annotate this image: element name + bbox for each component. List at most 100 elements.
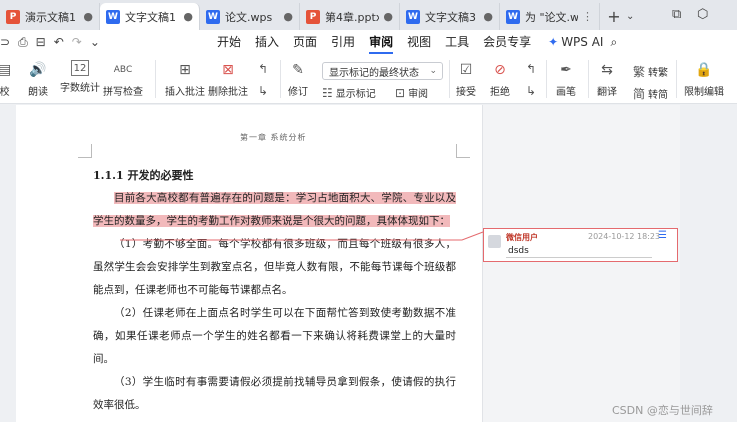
accept-button[interactable]: ☑ 接受 <box>456 60 476 98</box>
tab-dot-icon[interactable]: ● <box>183 10 193 23</box>
tab-label: 第4章.pptx <box>325 10 380 24</box>
word-count-icon: 12 <box>70 60 90 76</box>
revise-label: 修订 <box>288 87 308 98</box>
translate-icon: ⇆ <box>601 62 613 78</box>
read-aloud-button[interactable]: 🔊 朗读 <box>28 60 48 98</box>
tab-list-chevron-icon[interactable]: ⌄ <box>626 3 634 30</box>
wps-ai-label: WPS AI <box>561 35 604 49</box>
insert-comment-button[interactable]: ⊞ 插入批注 <box>165 60 205 98</box>
wps-file-icon: W <box>106 9 120 24</box>
menu-review[interactable]: 审阅 <box>362 30 400 54</box>
avatar <box>488 235 501 248</box>
left-gutter <box>0 105 16 422</box>
review-pane-button[interactable]: ⊡ 审阅 <box>395 85 429 101</box>
menu-start[interactable]: 开始 <box>210 30 248 54</box>
tab-for-thesis-wps[interactable]: W 为 "论文.wps" ⋮ <box>500 3 600 30</box>
cube-icon[interactable]: ⬡ <box>697 7 708 22</box>
to-traditional-button[interactable]: 繁 转繁 <box>633 63 668 80</box>
review-pane-icon: ⊡ <box>395 85 406 100</box>
pen-button[interactable]: ✒ 画笔 <box>556 60 576 98</box>
paragraph-3[interactable]: （3）学生临时有事需要请假必须提前找辅导员拿到假条，使请假的执行效率很低。 <box>93 371 456 417</box>
right-gutter <box>680 105 737 422</box>
wps-ai-button[interactable]: ✦ WPS AI <box>538 35 603 49</box>
reject-button[interactable]: ⊘ 拒绝 <box>490 60 510 98</box>
wps-ai-icon: ✦ <box>548 35 559 49</box>
markup-state-value: 显示标记的最终状态 <box>329 67 419 79</box>
undo-icon[interactable]: ↶ <box>54 35 64 49</box>
menu-page[interactable]: 页面 <box>286 30 324 54</box>
restore-window-icon[interactable]: ⧉ <box>672 7 681 22</box>
traditional-icon: 繁 <box>633 65 646 79</box>
proofread-button[interactable]: ▤ 校 <box>0 60 11 98</box>
redo-icon[interactable]: ↷ <box>72 35 82 49</box>
revise-icon: ✎ <box>292 62 304 78</box>
next-comment-icon[interactable]: ↳ <box>258 84 268 98</box>
comment-menu-icon[interactable]: ☰ <box>658 230 667 241</box>
tab-label: 论文.wps <box>225 10 273 24</box>
highlighted-text[interactable]: 目前各大高校都有普遍存在的问题是：学习占地面积大、学院、专业以及学生的数量多，学… <box>93 192 456 227</box>
revise-button[interactable]: ✎ 修订 <box>288 60 308 98</box>
to-simplified-button[interactable]: 简 转简 <box>633 85 668 102</box>
restrict-edit-button[interactable]: 🔒 限制编辑 <box>684 60 724 98</box>
tab-text-document-3[interactable]: W 文字文稿3 ● <box>400 3 500 30</box>
paragraph-2[interactable]: （2）任课老师在上面点名时学生可以在下面帮忙答到致使考勤数据不准确，如果任课老师… <box>93 302 456 371</box>
quick-access-more-icon[interactable]: ⌄ <box>90 35 100 49</box>
tab-text-document-1[interactable]: W 文字文稿1 ● <box>100 3 200 30</box>
simplified-icon: 简 <box>633 87 646 101</box>
menu-row: ⊃ ⎙ ⊟ ↶ ↷ ⌄ 开始 插入 页面 引用 审阅 视图 工具 会员专享 ✦ … <box>0 30 737 54</box>
wps-file-icon: W <box>206 9 220 24</box>
tab-dot-icon[interactable]: ● <box>283 10 293 23</box>
review-pane-label: 审阅 <box>408 89 429 100</box>
search-icon[interactable]: ⌕ <box>603 30 624 54</box>
word-count-label: 字数统计 <box>60 83 100 94</box>
insert-comment-label: 插入批注 <box>165 87 205 98</box>
menu-member[interactable]: 会员专享 <box>476 30 538 54</box>
translate-button[interactable]: ⇆ 翻译 <box>597 60 617 98</box>
comment-card[interactable]: 微信用户 2024-10-12 18:23 ☰ dsds <box>483 228 678 262</box>
tab-dot-icon[interactable]: ● <box>483 10 493 23</box>
show-markup-button[interactable]: ☷ 显示标记 <box>322 85 376 101</box>
print-icon[interactable]: ⎙ <box>18 35 28 50</box>
ppt-file-icon: P <box>306 9 320 24</box>
commented-paragraph[interactable]: 目前各大高校都有普遍存在的问题是：学习占地面积大、学院、专业以及学生的数量多，学… <box>93 187 456 233</box>
previous-change-icon[interactable]: ↰ <box>526 62 536 76</box>
main-menu: 开始 插入 页面 引用 审阅 视图 工具 会员专享 ✦ WPS AI ⌕ <box>210 30 624 54</box>
accept-icon: ☑ <box>459 62 473 78</box>
comment-text-input[interactable]: dsds <box>506 244 652 258</box>
tab-label: 文字文稿3 <box>425 10 476 24</box>
crop-mark <box>78 144 92 158</box>
translate-label: 翻译 <box>597 87 617 98</box>
delete-comment-button[interactable]: ⊠ 删除批注 <box>208 60 248 98</box>
spell-check-label: 拼写检查 <box>103 87 143 98</box>
markup-state-select[interactable]: 显示标记的最终状态 ⌄ <box>322 62 443 80</box>
ribbon-divider <box>155 60 156 98</box>
tab-label: 为 "论文.wps" <box>525 10 578 24</box>
document-body[interactable]: 1.1.1 开发的必要性 目前各大高校都有普遍存在的问题是：学习占地面积大、学院… <box>93 165 456 417</box>
comment-author: 微信用户 <box>506 233 538 242</box>
paragraph-1[interactable]: （1）考勤不够全面。每个学校都有很多班级，而且每个班级有很多人，虽然学生会会安排… <box>93 233 456 302</box>
ribbon-divider <box>676 60 677 98</box>
menu-reference[interactable]: 引用 <box>324 30 362 54</box>
ppt-file-icon: P <box>6 9 20 24</box>
previous-comment-icon[interactable]: ↰ <box>258 62 268 76</box>
insert-comment-icon: ⊞ <box>179 62 191 78</box>
tab-more-icon[interactable]: ⋮ <box>582 10 593 23</box>
tab-thesis-wps[interactable]: W 论文.wps ● <box>200 3 300 30</box>
spell-check-button[interactable]: ABC 拼写检查 <box>103 60 143 98</box>
tab-chapter-4-pptx[interactable]: P 第4章.pptx ● <box>300 3 400 30</box>
tab-dot-icon[interactable]: ● <box>83 10 93 23</box>
link-icon[interactable]: ⊃ <box>0 35 10 49</box>
print-preview-icon[interactable]: ⊟ <box>36 35 46 49</box>
tab-dot-icon[interactable]: ● <box>383 10 393 23</box>
menu-insert[interactable]: 插入 <box>248 30 286 54</box>
menu-view[interactable]: 视图 <box>400 30 438 54</box>
word-count-button[interactable]: 12 字数统计 <box>60 60 100 94</box>
read-aloud-icon: 🔊 <box>29 62 47 78</box>
ribbon-divider <box>280 60 281 98</box>
crop-mark <box>456 144 470 158</box>
tab-presentation-1[interactable]: P 演示文稿1 ● <box>0 3 100 30</box>
new-tab-icon[interactable]: + <box>604 3 624 30</box>
next-change-icon[interactable]: ↳ <box>526 84 536 98</box>
menu-tools[interactable]: 工具 <box>438 30 476 54</box>
proofread-label: 校 <box>0 87 10 98</box>
